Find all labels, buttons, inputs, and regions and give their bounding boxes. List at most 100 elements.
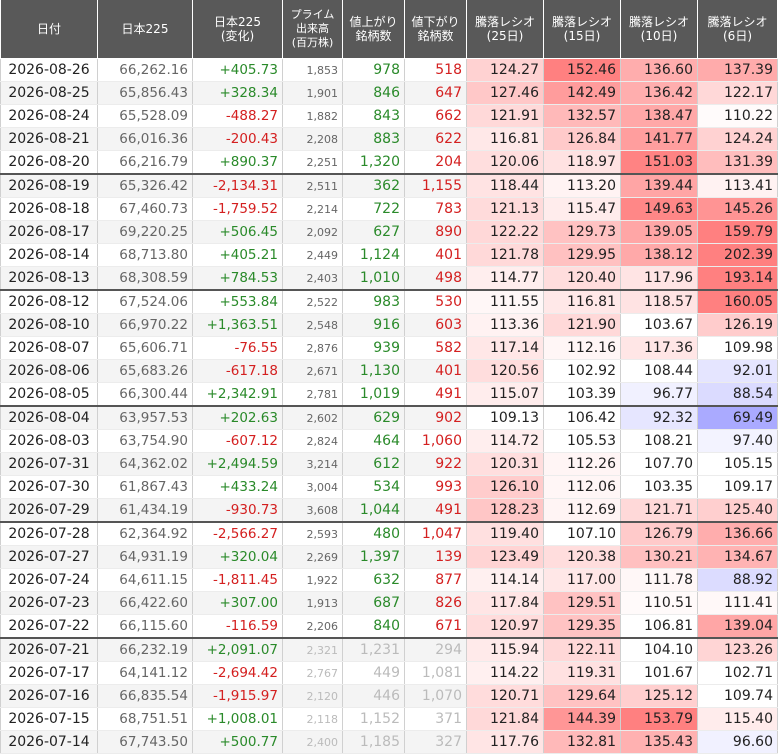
- table-row: 2026-07-14 67,743.50 +500.77 2,400 1,185 327 1…: [0, 730, 778, 754]
- ratio-6-cell: 202.39: [697, 243, 778, 267]
- table-row: 2026-08-17 69,220.25 +506.45 2,092 627 890 122…: [0, 220, 778, 244]
- change-cell: +405.21: [192, 243, 283, 267]
- table-row: 2026-08-24 65,528.09 -488.27 1,882 843 662 121…: [0, 104, 778, 128]
- header-ratio-10[interactable]: 騰落レシオ (10日): [620, 0, 698, 59]
- volume-cell: 2,593: [282, 522, 343, 546]
- decliners-cell: 1,070: [404, 684, 467, 708]
- ratio-6-cell: 97.40: [697, 429, 778, 453]
- ratio-10-cell: 117.96: [620, 266, 698, 291]
- table-row: 2026-07-28 62,364.92 -2,566.27 2,593 480 1,04…: [0, 522, 778, 546]
- ratio-6-cell: 160.05: [697, 290, 778, 314]
- ratio-15-cell: 152.46: [543, 58, 621, 82]
- header-date[interactable]: 日付: [0, 0, 98, 59]
- table-row: 2026-08-06 65,683.26 -617.18 2,671 1,130 401 1…: [0, 359, 778, 383]
- header-advancers[interactable]: 値上がり 銘柄数: [342, 0, 405, 59]
- ratio-15-cell: 112.26: [543, 452, 621, 476]
- table-row: 2026-07-22 66,115.60 -116.59 2,206 840 671 120…: [0, 614, 778, 639]
- ratio-25-cell: 120.56: [466, 359, 544, 383]
- volume-cell: 3,214: [282, 452, 343, 476]
- ratio-15-cell: 144.39: [543, 707, 621, 731]
- ratio-6-cell: 125.40: [697, 498, 778, 523]
- volume-cell: 2,206: [282, 614, 343, 639]
- date-cell: 2026-07-28: [0, 522, 98, 546]
- ratio-25-cell: 121.91: [466, 104, 544, 128]
- volume-cell: 2,403: [282, 266, 343, 291]
- ratio-6-cell: 105.15: [697, 452, 778, 476]
- advancers-cell: 978: [342, 58, 405, 82]
- decliners-cell: 826: [404, 591, 467, 615]
- header-decliners[interactable]: 値下がり 銘柄数: [404, 0, 467, 59]
- ratio-6-cell: 139.04: [697, 614, 778, 639]
- date-cell: 2026-07-23: [0, 591, 98, 615]
- header-ratio-25[interactable]: 騰落レシオ (25日): [466, 0, 544, 59]
- date-cell: 2026-07-15: [0, 707, 98, 731]
- table-row: 2026-08-25 65,856.43 +328.34 1,901 846 647 127…: [0, 81, 778, 105]
- header-volume[interactable]: プライム 出来高 (百万株): [282, 0, 343, 59]
- volume-cell: 2,251: [282, 150, 343, 175]
- ratio-15-cell: 129.51: [543, 591, 621, 615]
- change-cell: +307.00: [192, 591, 283, 615]
- volume-cell: 2,548: [282, 313, 343, 337]
- ratio-6-cell: 159.79: [697, 220, 778, 244]
- ratio-15-cell: 129.64: [543, 684, 621, 708]
- advancers-cell: 687: [342, 591, 405, 615]
- volume-cell: 3,004: [282, 475, 343, 499]
- decliners-cell: 530: [404, 290, 467, 314]
- change-cell: -617.18: [192, 359, 283, 383]
- ratio-10-cell: 110.51: [620, 591, 698, 615]
- header-ratio-6[interactable]: 騰落レシオ (6日): [697, 0, 778, 59]
- advancers-cell: 627: [342, 220, 405, 244]
- ratio-25-cell: 121.84: [466, 707, 544, 731]
- ratio-15-cell: 113.20: [543, 174, 621, 198]
- ratio-10-cell: 139.44: [620, 174, 698, 198]
- change-cell: +433.24: [192, 475, 283, 499]
- decliners-cell: 582: [404, 336, 467, 360]
- ratio-10-cell: 136.42: [620, 81, 698, 105]
- ratio-10-cell: 111.78: [620, 568, 698, 592]
- decliners-cell: 518: [404, 58, 467, 82]
- decliners-cell: 294: [404, 638, 467, 662]
- advancers-cell: 916: [342, 313, 405, 337]
- nikkei-cell: 67,524.06: [97, 290, 193, 314]
- ratio-25-cell: 114.22: [466, 661, 544, 685]
- ratio-6-cell: 111.41: [697, 591, 778, 615]
- ratio-6-cell: 102.71: [697, 661, 778, 685]
- nikkei-cell: 67,460.73: [97, 197, 193, 221]
- ratio-25-cell: 115.07: [466, 382, 544, 407]
- ratio-25-cell: 121.13: [466, 197, 544, 221]
- advancers-cell: 983: [342, 290, 405, 314]
- nikkei-cell: 66,422.60: [97, 591, 193, 615]
- ratio-6-cell: 131.39: [697, 150, 778, 175]
- advancers-cell: 449: [342, 661, 405, 685]
- advancers-cell: 612: [342, 452, 405, 476]
- ratio-25-cell: 126.10: [466, 475, 544, 499]
- ratio-15-cell: 116.81: [543, 290, 621, 314]
- header-change[interactable]: 日本225 (変化): [192, 0, 283, 59]
- ratio-25-cell: 120.97: [466, 614, 544, 639]
- advancers-cell: 632: [342, 568, 405, 592]
- ratio-15-cell: 103.39: [543, 382, 621, 407]
- ratio-25-cell: 114.14: [466, 568, 544, 592]
- header-ratio-15[interactable]: 騰落レシオ (15日): [543, 0, 621, 59]
- date-cell: 2026-08-12: [0, 290, 98, 314]
- volume-cell: 2,269: [282, 545, 343, 569]
- ratio-15-cell: 119.31: [543, 661, 621, 685]
- ratio-25-cell: 116.81: [466, 127, 544, 151]
- date-cell: 2026-07-14: [0, 730, 98, 754]
- header-nikkei[interactable]: 日本225: [97, 0, 193, 59]
- change-cell: -2,134.31: [192, 174, 283, 198]
- ratio-25-cell: 114.77: [466, 266, 544, 291]
- decliners-cell: 877: [404, 568, 467, 592]
- volume-cell: 2,876: [282, 336, 343, 360]
- date-cell: 2026-08-20: [0, 150, 98, 175]
- ratio-10-cell: 106.81: [620, 614, 698, 639]
- advancers-cell: 883: [342, 127, 405, 151]
- decliners-cell: 922: [404, 452, 467, 476]
- table-row: 2026-08-26 66,262.16 +405.73 1,853 978 518 124…: [0, 58, 778, 82]
- ratio-25-cell: 119.40: [466, 522, 544, 546]
- date-cell: 2026-08-24: [0, 104, 98, 128]
- change-cell: +328.34: [192, 81, 283, 105]
- nikkei-cell: 62,364.92: [97, 522, 193, 546]
- ratio-10-cell: 141.77: [620, 127, 698, 151]
- ratio-25-cell: 115.94: [466, 638, 544, 662]
